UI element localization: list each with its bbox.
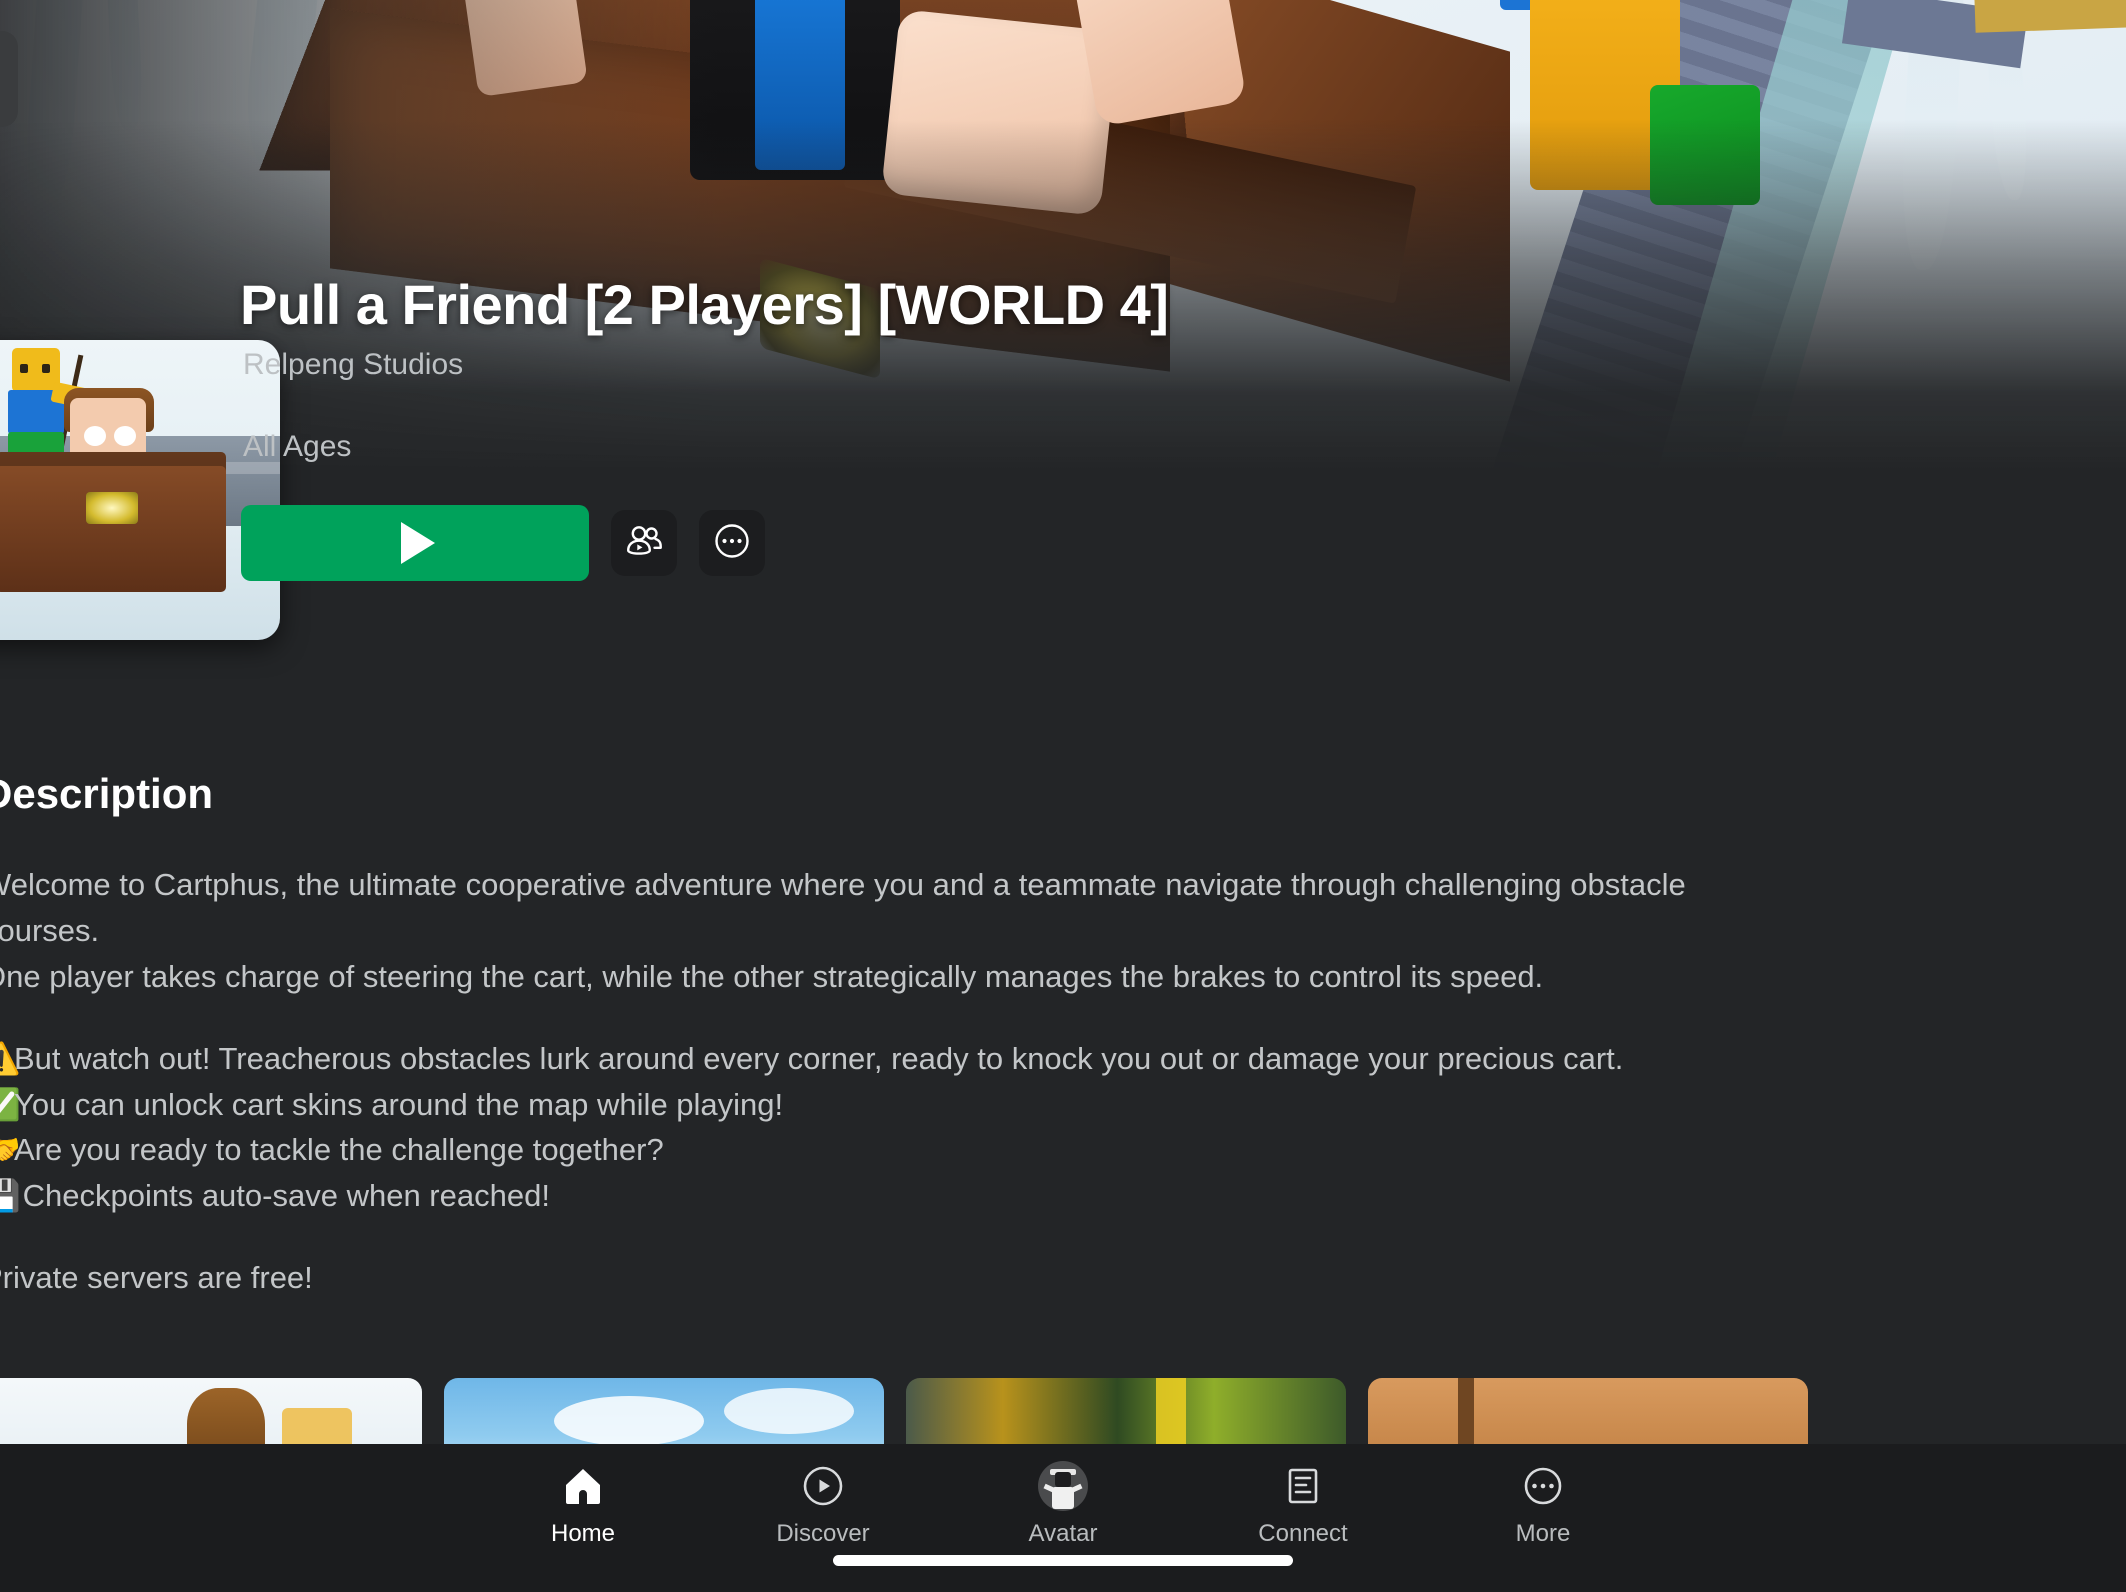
- description-emoji-icon: 💾: [0, 1178, 21, 1214]
- description-line-text: Welcome to Cartphus, the ultimate cooper…: [0, 867, 1686, 902]
- people-play-icon: [625, 524, 663, 563]
- description-line-text: Checkpoints auto-save when reached!: [14, 1178, 550, 1214]
- chat-document-icon: [1281, 1460, 1325, 1512]
- description-emoji-icon: ✅: [0, 1086, 21, 1122]
- avatar-portrait-icon: [1038, 1460, 1088, 1512]
- circle-ellipsis-icon: [1521, 1460, 1565, 1512]
- game-creator: Relpeng Studios: [243, 348, 464, 381]
- description-line: 💾 Checkpoints auto-save when reached!: [0, 1173, 2126, 1219]
- description-line: ⚠️But watch out! Treacherous obstacles l…: [0, 1036, 2126, 1082]
- game-title: Pull a Friend [2 Players] [WORLD 4]: [240, 273, 1169, 336]
- bottom-navigation-bar: Home Discover Avatar Connect More: [0, 1444, 2126, 1592]
- description-blank-line: [0, 1219, 2126, 1255]
- more-options-button[interactable]: [699, 510, 765, 576]
- nav-label-discover: Discover: [776, 1520, 870, 1547]
- description-line-text: Private servers are free!: [0, 1260, 313, 1296]
- nav-item-home[interactable]: Home: [463, 1460, 703, 1548]
- description-emoji-icon: ⚠️: [0, 1040, 21, 1076]
- description-line-text: One player takes charge of steering the …: [0, 958, 1544, 994]
- avatar-head: [1055, 1472, 1071, 1487]
- avatar-body: [1052, 1487, 1074, 1509]
- nav-item-connect[interactable]: Connect: [1183, 1460, 1423, 1548]
- nav-label-connect: Connect: [1258, 1520, 1348, 1547]
- nav-item-more[interactable]: More: [1423, 1460, 1663, 1548]
- description-line-text: Are you ready to tackle the challenge to…: [14, 1132, 664, 1168]
- avatar: [1038, 1461, 1088, 1511]
- game-detail-page: Pull a Friend [2 Players] [WORLD 4] Relp…: [0, 0, 2126, 1592]
- play-button[interactable]: [241, 505, 589, 581]
- description-heading: Description: [0, 770, 214, 817]
- game-icon-cart-lamp: [86, 492, 138, 524]
- description-line: Welcome to Cartphus, the ultimate cooper…: [0, 862, 2126, 908]
- game-icon-eye: [84, 426, 106, 446]
- description-line: ✅You can unlock cart skins around the ma…: [0, 1082, 2126, 1128]
- join-friends-button[interactable]: [611, 510, 677, 576]
- action-buttons: [241, 505, 765, 581]
- decor-ledge: [1974, 0, 2126, 33]
- play-triangle-icon: [401, 522, 435, 564]
- description-line: One player takes charge of steering the …: [0, 954, 2126, 1000]
- nav-label-avatar: Avatar: [1028, 1520, 1098, 1547]
- description-line: Private servers are free!: [0, 1255, 2126, 1301]
- description-line: courses.: [0, 908, 2126, 954]
- nav-label-home: Home: [550, 1520, 616, 1547]
- game-icon-eye: [114, 426, 136, 446]
- description-line-text: courses.: [0, 912, 100, 948]
- description-blank-line: [0, 1000, 2126, 1036]
- description-section: Description Welcome to Cartphus, the ult…: [0, 770, 2126, 1301]
- nav-item-discover[interactable]: Discover: [703, 1460, 943, 1548]
- home-indicator: [833, 1555, 1293, 1566]
- description-line-text: You can unlock cart skins around the map…: [14, 1086, 784, 1122]
- description-line: 🤝Are you ready to tackle the challenge t…: [0, 1127, 2126, 1173]
- back-button[interactable]: [0, 31, 18, 127]
- description-line-text: But watch out! Treacherous obstacles lur…: [14, 1040, 1624, 1076]
- description-text: Welcome to Cartphus, the ultimate cooper…: [0, 862, 2126, 1301]
- nav-label-more: More: [1515, 1520, 1571, 1547]
- game-icon-thumbnail[interactable]: [0, 340, 280, 640]
- description-emoji-icon: 🤝: [0, 1132, 21, 1168]
- nav-item-avatar[interactable]: Avatar: [943, 1460, 1183, 1548]
- game-header: Pull a Friend [2 Players] [WORLD 4] Relp…: [0, 273, 2126, 660]
- compass-play-icon: [801, 1460, 845, 1512]
- circle-ellipsis-icon: [713, 522, 751, 565]
- house-icon: [561, 1460, 605, 1512]
- game-age-rating: All Ages: [243, 430, 352, 463]
